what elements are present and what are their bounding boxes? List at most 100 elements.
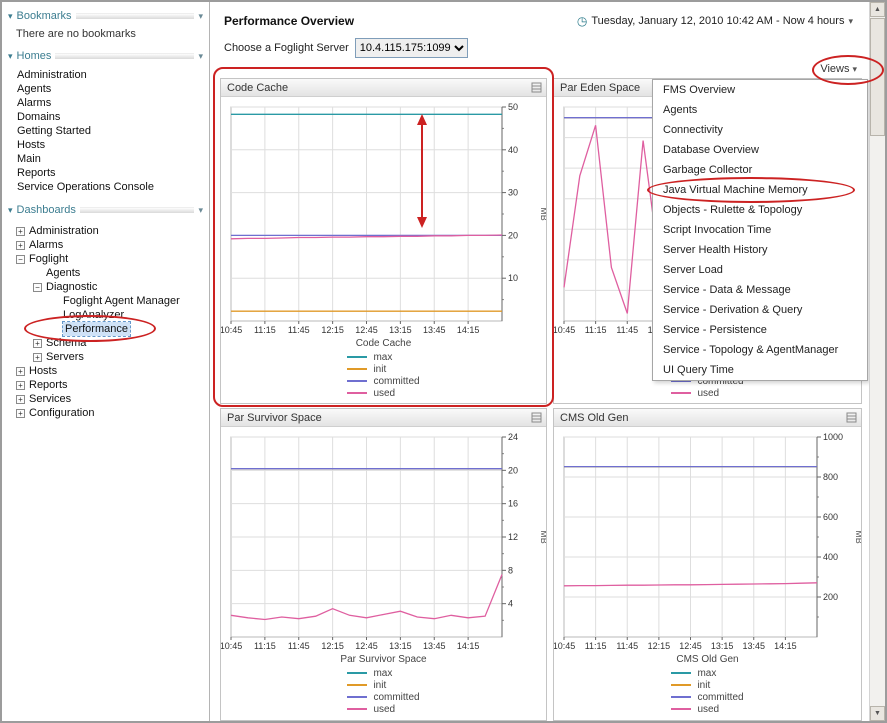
sidebar-item-administration[interactable]: Administration	[2, 68, 208, 82]
scroll-up-button[interactable]: ▲	[870, 2, 885, 17]
collapse-icon[interactable]: −	[33, 283, 42, 292]
expand-icon[interactable]: +	[16, 409, 25, 418]
sidebar-item-reports[interactable]: Reports	[2, 166, 208, 180]
svg-text:11:45: 11:45	[616, 325, 638, 335]
menu-item-objects-rulette-topology[interactable]: Objects - Rulette & Topology	[653, 200, 867, 220]
svg-text:24: 24	[508, 432, 518, 442]
chart-customizer-icon[interactable]	[531, 412, 542, 423]
menu-item-service-persistence[interactable]: Service - Persistence	[653, 320, 867, 340]
menu-item-garbage-collector[interactable]: Garbage Collector	[653, 160, 867, 180]
legend-label: init	[373, 680, 386, 691]
tree-label: Administration	[29, 224, 99, 238]
tree-item-diagnostic[interactable]: −Diagnostic	[2, 280, 208, 294]
expand-icon[interactable]: +	[16, 381, 25, 390]
foglight-server-select[interactable]: 10.4.115.175:1099	[355, 38, 468, 58]
menu-item-agents[interactable]: Agents	[653, 100, 867, 120]
legend-item-committed: committed	[347, 375, 419, 387]
svg-text:13:15: 13:15	[711, 641, 734, 651]
tree-item-reports[interactable]: +Reports	[2, 378, 208, 392]
collapse-icon[interactable]: −	[16, 255, 25, 264]
caret-down-icon: ▾	[198, 11, 203, 22]
legend-item-committed: committed	[347, 691, 419, 703]
scrollbar-thumb[interactable]	[870, 18, 885, 136]
menu-item-java-virtual-machine-memory[interactable]: Java Virtual Machine Memory	[653, 180, 867, 200]
tree-item-schema[interactable]: +Schema	[2, 336, 208, 350]
legend-item-committed: committed	[671, 691, 743, 703]
chart-customizer-icon[interactable]	[846, 412, 857, 423]
tree-item-alarms[interactable]: +Alarms	[2, 238, 208, 252]
tree-item-foglight[interactable]: −Foglight	[2, 252, 208, 266]
tree-label: Services	[29, 392, 71, 406]
tree-item-administration[interactable]: + Administration	[2, 224, 208, 238]
scroll-down-button[interactable]: ▼	[870, 706, 885, 721]
views-dropdown-menu: FMS OverviewAgentsConnectivityDatabase O…	[652, 79, 868, 381]
svg-text:11:15: 11:15	[585, 641, 607, 651]
expand-icon[interactable]: +	[33, 353, 42, 362]
menu-item-connectivity[interactable]: Connectivity	[653, 120, 867, 140]
section-disclosure-icon: ▾	[8, 205, 13, 216]
expand-icon[interactable]: +	[33, 339, 42, 348]
svg-text:12:15: 12:15	[321, 325, 344, 335]
svg-text:11:45: 11:45	[288, 325, 310, 335]
chart-title: Par Survivor Space	[227, 412, 322, 424]
tree-item-performance[interactable]: Performance	[2, 322, 208, 336]
sidebar-item-domains[interactable]: Domains	[2, 110, 208, 124]
menu-item-server-load[interactable]: Server Load	[653, 260, 867, 280]
expand-icon[interactable]: +	[16, 227, 25, 236]
chart-legend: CMS Old Gen maxinitcommittedused	[554, 654, 861, 715]
tree-item-agents[interactable]: Agents	[2, 266, 208, 280]
sidebar-item-hosts[interactable]: Hosts	[2, 138, 208, 152]
section-disclosure-icon: ▾	[8, 51, 13, 62]
svg-text:10: 10	[508, 273, 518, 283]
expand-icon[interactable]: +	[16, 241, 25, 250]
time-range-control[interactable]: ◷ Tuesday, January 12, 2010 10:42 AM - N…	[577, 14, 853, 28]
sidebar-item-agents[interactable]: Agents	[2, 82, 208, 96]
menu-item-ui-query-time[interactable]: UI Query Time	[653, 360, 867, 380]
tree-item-foglight-agent-manager[interactable]: Foglight Agent Manager	[2, 294, 208, 308]
tree-item-services[interactable]: + Services	[2, 392, 208, 406]
expand-icon[interactable]: +	[16, 367, 25, 376]
clock-icon: ◷	[577, 14, 587, 28]
expand-icon[interactable]: +	[16, 395, 25, 404]
sidebar-section-dashboards[interactable]: ▾ Dashboards ▾	[2, 202, 208, 218]
sidebar-section-homes[interactable]: ▾ Homes ▾	[2, 48, 208, 64]
svg-text:200: 200	[823, 592, 838, 602]
svg-text:4: 4	[508, 599, 513, 609]
views-button-label: Views	[820, 63, 849, 75]
menu-item-script-invocation-time[interactable]: Script Invocation Time	[653, 220, 867, 240]
svg-text:12:45: 12:45	[355, 325, 378, 335]
tree-item-configuration[interactable]: +Configuration	[2, 406, 208, 420]
sidebar-item-alarms[interactable]: Alarms	[2, 96, 208, 110]
svg-text:400: 400	[823, 552, 838, 562]
svg-text:14:15: 14:15	[457, 641, 480, 651]
caret-down-icon: ▾	[198, 205, 203, 216]
legend-swatch	[671, 392, 691, 394]
menu-item-service-data-message[interactable]: Service - Data & Message	[653, 280, 867, 300]
sidebar-section-bookmarks[interactable]: ▾ Bookmarks ▾	[2, 8, 208, 24]
vertical-scrollbar[interactable]: ▲ ▼	[869, 2, 885, 721]
menu-item-server-health-history[interactable]: Server Health History	[653, 240, 867, 260]
legend-item-init: init	[347, 679, 419, 691]
legend-item-used: used	[671, 387, 743, 399]
sidebar-item-service-operations-console[interactable]: Service Operations Console	[2, 180, 208, 194]
menu-item-database-overview[interactable]: Database Overview	[653, 140, 867, 160]
views-button[interactable]: Views ▾	[820, 63, 857, 75]
chart-customizer-icon[interactable]	[531, 82, 542, 93]
legend-swatch	[347, 684, 367, 686]
menu-item-fms-overview[interactable]: FMS Overview	[653, 80, 867, 100]
tree-item-hosts[interactable]: +Hosts	[2, 364, 208, 378]
menu-item-service-topology-agentmanager[interactable]: Service - Topology & AgentManager	[653, 340, 867, 360]
legend-title: Par Survivor Space	[221, 654, 546, 665]
tree-item-loganalyzer[interactable]: LogAnalyzer	[2, 308, 208, 322]
section-rule	[55, 53, 194, 59]
sidebar-item-getting-started[interactable]: Getting Started	[2, 124, 208, 138]
svg-text:11:15: 11:15	[585, 325, 607, 335]
tree-label: Performance	[63, 322, 130, 336]
tree-label: Servers	[46, 350, 84, 364]
svg-text:600: 600	[823, 512, 838, 522]
menu-item-service-derivation-query[interactable]: Service - Derivation & Query	[653, 300, 867, 320]
sidebar-item-main[interactable]: Main	[2, 152, 208, 166]
legend-swatch	[347, 672, 367, 674]
tree-item-servers[interactable]: + Servers	[2, 350, 208, 364]
sidebar: ▾ Bookmarks ▾ There are no bookmarks ▾ H…	[2, 2, 210, 721]
